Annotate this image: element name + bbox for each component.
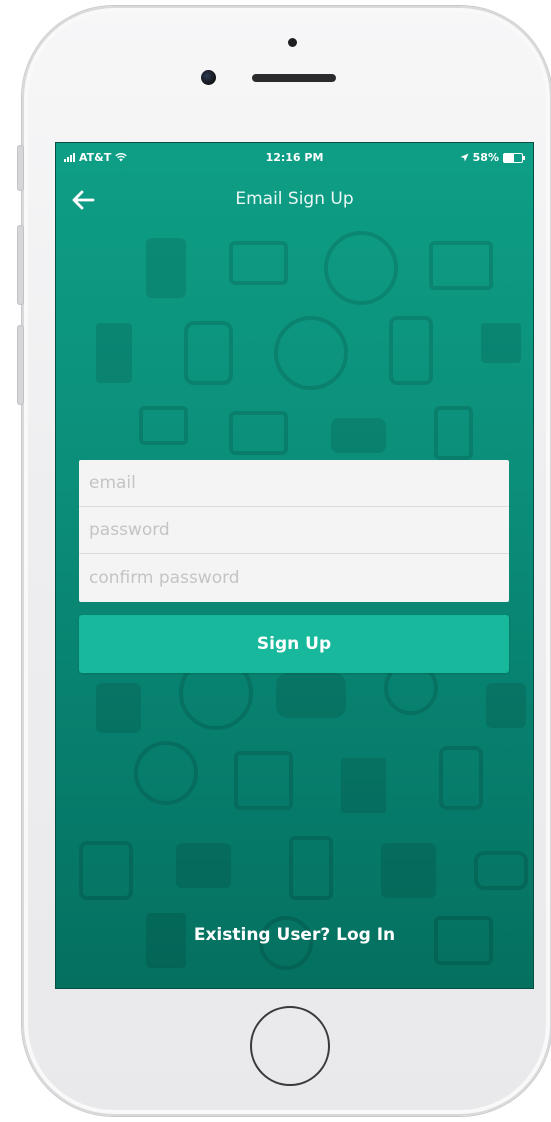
page-title: Email Sign Up — [235, 189, 354, 209]
status-right: 58% — [460, 151, 525, 164]
existing-user-login-link[interactable]: Existing User? Log In — [56, 925, 533, 945]
front-camera — [201, 70, 216, 85]
mute-switch — [17, 145, 24, 191]
volume-down-button — [17, 325, 24, 405]
navigation-bar: Email Sign Up — [56, 179, 533, 219]
earpiece-speaker — [252, 74, 336, 82]
battery-icon — [503, 152, 525, 163]
proximity-sensor — [288, 38, 297, 47]
sign-up-button[interactable]: Sign Up — [79, 615, 509, 673]
location-arrow-icon — [460, 153, 469, 162]
home-button[interactable] — [250, 1006, 330, 1086]
signup-form — [79, 460, 509, 602]
battery-percent: 58% — [472, 151, 499, 164]
status-bar: AT&T 12:16 PM 58% — [56, 143, 533, 171]
confirm-password-field[interactable] — [79, 554, 509, 601]
password-field[interactable] — [79, 507, 509, 554]
app-screen: AT&T 12:16 PM 58% Email Sign Up email Si… — [55, 142, 534, 989]
email-field[interactable] — [79, 460, 509, 507]
volume-up-button — [17, 225, 24, 305]
